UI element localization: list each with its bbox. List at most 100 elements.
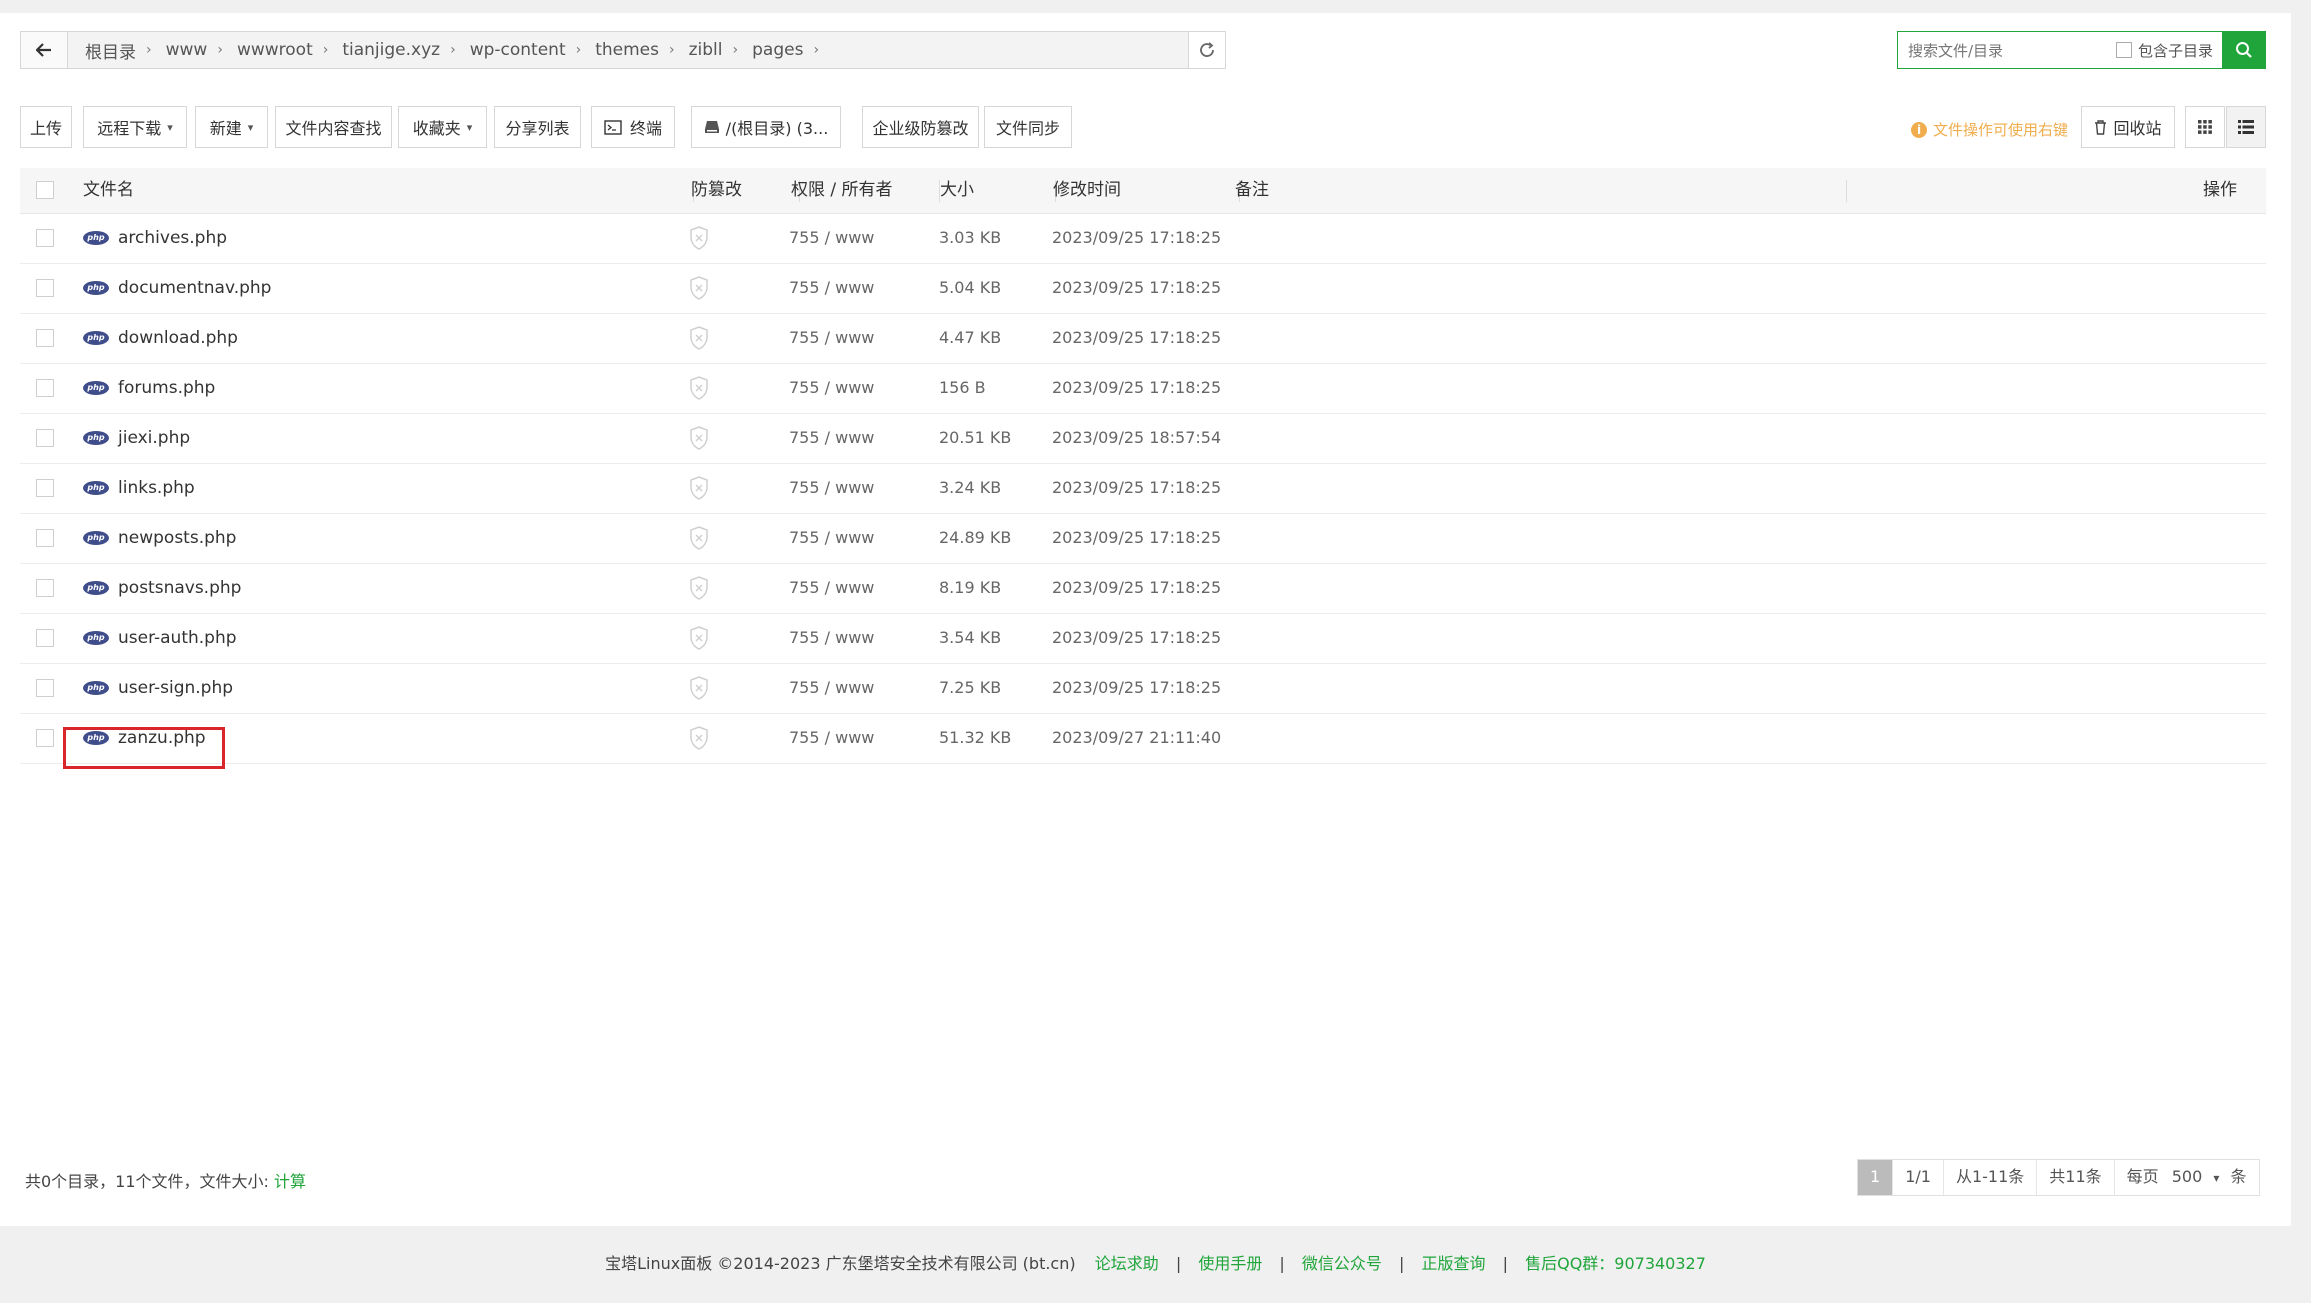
table-row[interactable]: php download.php 755 / www 4.47 KB 2023/09/2… <box>20 313 2266 364</box>
row-checkbox[interactable] <box>36 579 54 597</box>
back-button[interactable] <box>21 32 68 68</box>
column-mtime[interactable]: 修改时间 <box>1053 168 1240 213</box>
file-perm[interactable]: 755 / www <box>789 613 874 663</box>
breadcrumb-segment[interactable]: themes <box>585 40 665 60</box>
file-size: 7.25 KB <box>939 678 1002 697</box>
row-checkbox[interactable] <box>36 729 54 747</box>
refresh-button[interactable] <box>1188 32 1225 68</box>
column-name[interactable]: 文件名 <box>83 168 694 213</box>
breadcrumb-segment[interactable]: 根目录 <box>75 38 142 63</box>
file-name[interactable]: archives.php <box>118 213 227 263</box>
file-perm[interactable]: 755 / www <box>789 463 874 513</box>
list-view-button[interactable] <box>2226 106 2266 148</box>
new-button[interactable]: 新建 ▾ <box>195 106 268 148</box>
search-input[interactable] <box>1906 38 2110 64</box>
file-perm[interactable]: 755 / www <box>789 413 874 463</box>
table-row[interactable]: php zanzu.php 755 / www 51.32 KB 2023/09/27 … <box>20 713 2266 764</box>
file-perm[interactable]: 755 / www <box>789 513 874 563</box>
footer-link-forum[interactable]: 论坛求助 <box>1095 1254 1159 1273</box>
file-name[interactable]: jiexi.php <box>118 413 190 463</box>
breadcrumb-segment[interactable]: wp-content <box>460 40 572 60</box>
include-subdir-checkbox[interactable]: 包含子目录 <box>2116 32 2213 68</box>
footer-link-qq[interactable]: 售后QQ群：907340327 <box>1525 1254 1706 1273</box>
file-perm[interactable]: 755 / www <box>789 713 874 763</box>
row-checkbox[interactable] <box>36 229 54 247</box>
file-perm[interactable]: 755 / www <box>789 663 874 713</box>
file-name[interactable]: newposts.php <box>118 513 236 563</box>
row-checkbox[interactable] <box>36 329 54 347</box>
chevron-down-icon: ▾ <box>2213 1171 2220 1185</box>
favorites-button[interactable]: 收藏夹 ▾ <box>398 106 487 148</box>
footer-link-license[interactable]: 正版查询 <box>1422 1254 1486 1273</box>
row-checkbox[interactable] <box>36 279 54 297</box>
table-row[interactable]: php links.php 755 / www 3.24 KB 2023/09/25 1… <box>20 463 2266 514</box>
file-mtime: 2023/09/27 21:11:40 <box>1052 728 1222 747</box>
select-all-checkbox[interactable] <box>36 181 54 199</box>
breadcrumb-segment[interactable]: www <box>156 40 214 60</box>
terminal-label: 终端 <box>629 119 662 138</box>
breadcrumb-segment[interactable]: wwwroot <box>227 40 319 60</box>
page-current[interactable]: 1 <box>1858 1160 1894 1195</box>
file-perm[interactable]: 755 / www <box>789 363 874 413</box>
share-list-button[interactable]: 分享列表 <box>494 106 581 148</box>
breadcrumb-segment[interactable]: zibll <box>679 40 729 60</box>
grid-view-button[interactable] <box>2185 106 2225 148</box>
shield-icon[interactable] <box>689 576 709 604</box>
enterprise-tamper-button[interactable]: 企业级防篡改 <box>862 106 979 148</box>
file-name[interactable]: download.php <box>118 313 238 363</box>
file-name[interactable]: postsnavs.php <box>118 563 241 613</box>
table-row[interactable]: php postsnavs.php 755 / www 8.19 KB 2023/09/… <box>20 563 2266 614</box>
content-search-button[interactable]: 文件内容查找 <box>275 106 392 148</box>
shield-icon[interactable] <box>689 326 709 354</box>
table-row[interactable]: php documentnav.php 755 / www 5.04 KB 2023/0… <box>20 263 2266 314</box>
table-row[interactable]: php forums.php 755 / www 156 B 2023/09/25 17… <box>20 363 2266 414</box>
disk-button[interactable]: /(根目录) (3... <box>691 106 841 148</box>
row-checkbox[interactable] <box>36 429 54 447</box>
table-row[interactable]: php archives.php 755 / www 3.03 KB 2023/09/2… <box>20 213 2266 264</box>
shield-icon[interactable] <box>689 476 709 504</box>
calculate-size-link[interactable]: 计算 <box>274 1172 306 1191</box>
breadcrumb-segment[interactable]: tianjige.xyz <box>332 40 446 60</box>
shield-icon[interactable] <box>689 526 709 554</box>
shield-icon[interactable] <box>689 726 709 754</box>
file-name[interactable]: links.php <box>118 463 195 513</box>
file-perm[interactable]: 755 / www <box>789 313 874 363</box>
footer-link-wechat[interactable]: 微信公众号 <box>1302 1254 1382 1273</box>
file-perm[interactable]: 755 / www <box>789 263 874 313</box>
row-checkbox[interactable] <box>36 479 54 497</box>
per-page-value[interactable]: 500 <box>2172 1167 2203 1186</box>
trash-icon <box>2095 119 2107 135</box>
breadcrumb-segment[interactable]: pages <box>742 40 809 60</box>
table-row[interactable]: php user-auth.php 755 / www 3.54 KB 2023/09/… <box>20 613 2266 664</box>
per-page-selector[interactable]: 每页 500 ▾ 条 <box>2115 1160 2259 1195</box>
table-row[interactable]: php jiexi.php 755 / www 20.51 KB 2023/09/25 … <box>20 413 2266 464</box>
file-name[interactable]: user-sign.php <box>118 663 233 713</box>
column-perm[interactable]: 权限 / 所有者 <box>791 168 940 213</box>
table-row[interactable]: php user-sign.php 755 / www 7.25 KB 2023/09/… <box>20 663 2266 714</box>
row-checkbox[interactable] <box>36 529 54 547</box>
column-size[interactable]: 大小 <box>940 168 1056 213</box>
file-name[interactable]: forums.php <box>118 363 215 413</box>
file-size: 20.51 KB <box>939 428 1012 447</box>
shield-icon[interactable] <box>689 626 709 654</box>
file-name[interactable]: documentnav.php <box>118 263 271 313</box>
footer-link-manual[interactable]: 使用手册 <box>1198 1254 1262 1273</box>
file-sync-button[interactable]: 文件同步 <box>984 106 1072 148</box>
shield-icon[interactable] <box>689 276 709 304</box>
file-perm[interactable]: 755 / www <box>789 213 874 263</box>
upload-button[interactable]: 上传 <box>20 106 72 148</box>
terminal-button[interactable]: 终端 <box>591 106 675 148</box>
file-name[interactable]: user-auth.php <box>118 613 237 663</box>
shield-icon[interactable] <box>689 226 709 254</box>
shield-icon[interactable] <box>689 426 709 454</box>
table-row[interactable]: php newposts.php 755 / www 24.89 KB 2023/09/… <box>20 513 2266 564</box>
shield-icon[interactable] <box>689 676 709 704</box>
file-perm[interactable]: 755 / www <box>789 563 874 613</box>
row-checkbox[interactable] <box>36 679 54 697</box>
shield-icon[interactable] <box>689 376 709 404</box>
remote-download-button[interactable]: 远程下载 ▾ <box>83 106 187 148</box>
search-button[interactable] <box>2222 31 2266 69</box>
row-checkbox[interactable] <box>36 379 54 397</box>
row-checkbox[interactable] <box>36 629 54 647</box>
recycle-bin-button[interactable]: 回收站 <box>2081 106 2175 148</box>
